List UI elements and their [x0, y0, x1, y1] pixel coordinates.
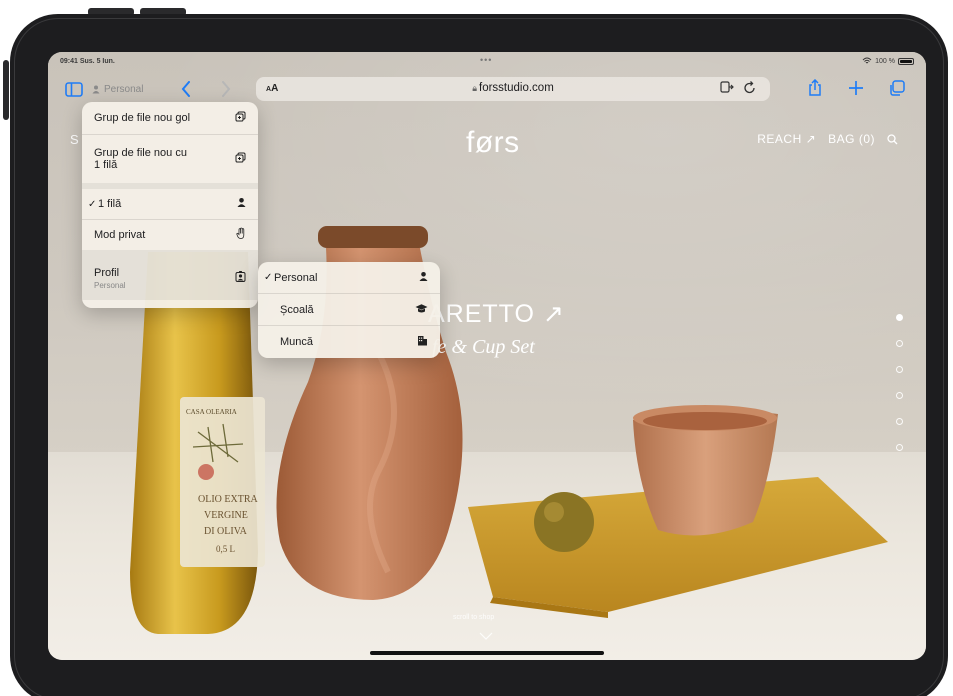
menu-item-profile[interactable]: Profil Personal: [82, 256, 258, 300]
svg-text:DI OLIVA: DI OLIVA: [204, 526, 248, 537]
profile-switcher[interactable]: Personal: [92, 84, 143, 95]
slide-dot[interactable]: [896, 418, 903, 425]
menu-item-label: 1 filă: [98, 198, 122, 210]
svg-text:VERGINE: VERGINE: [204, 510, 248, 521]
menu-item-label: Grup de file nou gol: [94, 112, 191, 124]
status-bar: 09:41 Sus. 5 Iun. ••• 100 %: [48, 52, 926, 72]
forward-button[interactable]: [218, 80, 234, 98]
tabs-icon: [889, 79, 905, 96]
site-left-letter[interactable]: S: [70, 132, 79, 147]
tab-group-menu: Grup de file nou gol Grup de file nou cu…: [82, 102, 258, 308]
slide-dot[interactable]: [896, 366, 903, 373]
hero-subtitle: fe & Cup Set: [432, 336, 535, 358]
menu-item-label: Mod privat: [94, 229, 146, 241]
menu-item-label: Personal: [274, 271, 318, 284]
home-indicator[interactable]: [370, 651, 604, 655]
graduation-cap-icon: [415, 303, 428, 316]
chevron-left-icon: [181, 81, 190, 97]
hero-title[interactable]: ARETTO ↗: [428, 299, 565, 329]
checkmark-icon: ✓: [264, 272, 273, 283]
new-tab-button[interactable]: [846, 78, 866, 98]
status-right: 100 %: [862, 57, 914, 65]
address-bar[interactable]: AAAA 🔒︎forsstudio.com: [256, 77, 770, 101]
share-icon: [809, 79, 821, 96]
checkmark-icon: ✓: [88, 198, 97, 210]
hand-icon: [236, 227, 246, 243]
menu-item-label: Școală: [280, 303, 314, 316]
url-actions: [720, 81, 756, 94]
site-logo[interactable]: førs: [466, 126, 520, 160]
vase-lid: [318, 226, 428, 248]
side-button: [3, 60, 9, 120]
person-icon: [92, 85, 100, 94]
scroll-hint: scroll to shop: [453, 614, 495, 621]
sidebar-toggle-icon[interactable]: [64, 80, 84, 98]
nav-reach-link[interactable]: REACH ↗: [757, 132, 816, 146]
status-time: 09:41 Sus. 5 Iun.: [60, 58, 115, 65]
building-icon: [417, 335, 428, 349]
wifi-icon: [862, 57, 872, 64]
menu-item-private-mode[interactable]: Mod privat: [82, 220, 258, 250]
menu-item-new-group-with-tab[interactable]: Grup de file nou cu 1 filă: [82, 135, 258, 183]
search-icon[interactable]: [887, 133, 898, 145]
tab-overview-button[interactable]: [886, 78, 906, 98]
slide-dot[interactable]: [896, 340, 903, 347]
menu-item-sublabel: Personal: [94, 280, 126, 290]
share-button[interactable]: [806, 78, 824, 98]
reader-extension-icon[interactable]: [720, 81, 734, 93]
profile-option-work[interactable]: Muncă: [258, 326, 440, 357]
bottle-label-top: CASA OLEARIA: [186, 408, 237, 416]
battery-icon: [898, 57, 914, 65]
chevron-down-icon[interactable]: [479, 632, 493, 643]
menu-item-label: Muncă: [280, 335, 314, 348]
olive: [534, 492, 594, 552]
url-text: forsstudio.com: [479, 82, 554, 94]
new-tab-group-icon: [235, 152, 246, 166]
profile-submenu: ✓ Personal Școală Muncă: [258, 262, 440, 358]
lock-icon: 🔒︎: [472, 83, 477, 93]
new-tab-group-icon: [235, 111, 246, 125]
svg-text:0,5 L: 0,5 L: [216, 544, 235, 554]
back-button[interactable]: [178, 80, 194, 98]
slide-dot-active[interactable]: [896, 314, 903, 321]
url-display[interactable]: 🔒︎ forsstudio.com: [256, 82, 770, 94]
menu-item-new-empty-group[interactable]: Grup de file nou gol: [82, 102, 258, 134]
person-icon: [419, 271, 428, 284]
stage: CASA OLEARIA OLIO EXTRA VERGINE DI OLIVA…: [0, 0, 953, 696]
plus-icon: [849, 81, 863, 95]
menu-item-one-tab[interactable]: ✓ 1 filă: [82, 189, 258, 219]
profile-name: Personal: [104, 84, 144, 95]
person-icon: [237, 198, 246, 211]
profile-badge-icon: [235, 271, 246, 286]
multitasking-dots[interactable]: •••: [480, 55, 492, 65]
slide-dot[interactable]: [896, 392, 903, 399]
menu-item-label: Grup de file nou cu 1 filă: [94, 146, 187, 171]
reload-icon[interactable]: [744, 81, 756, 94]
nav-bag-link[interactable]: BAG (0): [828, 132, 875, 146]
slide-pagination: [896, 314, 903, 451]
ipad-screen: CASA OLEARIA OLIO EXTRA VERGINE DI OLIVA…: [48, 52, 926, 660]
profile-option-school[interactable]: Școală: [258, 294, 440, 325]
site-nav: REACH ↗ BAG (0): [757, 132, 898, 146]
svg-text:OLIO EXTRA: OLIO EXTRA: [198, 494, 258, 505]
battery-percent: 100 %: [875, 57, 895, 65]
slide-dot[interactable]: [896, 444, 903, 451]
menu-item-label: Profil: [94, 266, 120, 279]
chevron-right-icon: [222, 81, 231, 97]
profile-option-personal[interactable]: ✓ Personal: [258, 262, 440, 293]
